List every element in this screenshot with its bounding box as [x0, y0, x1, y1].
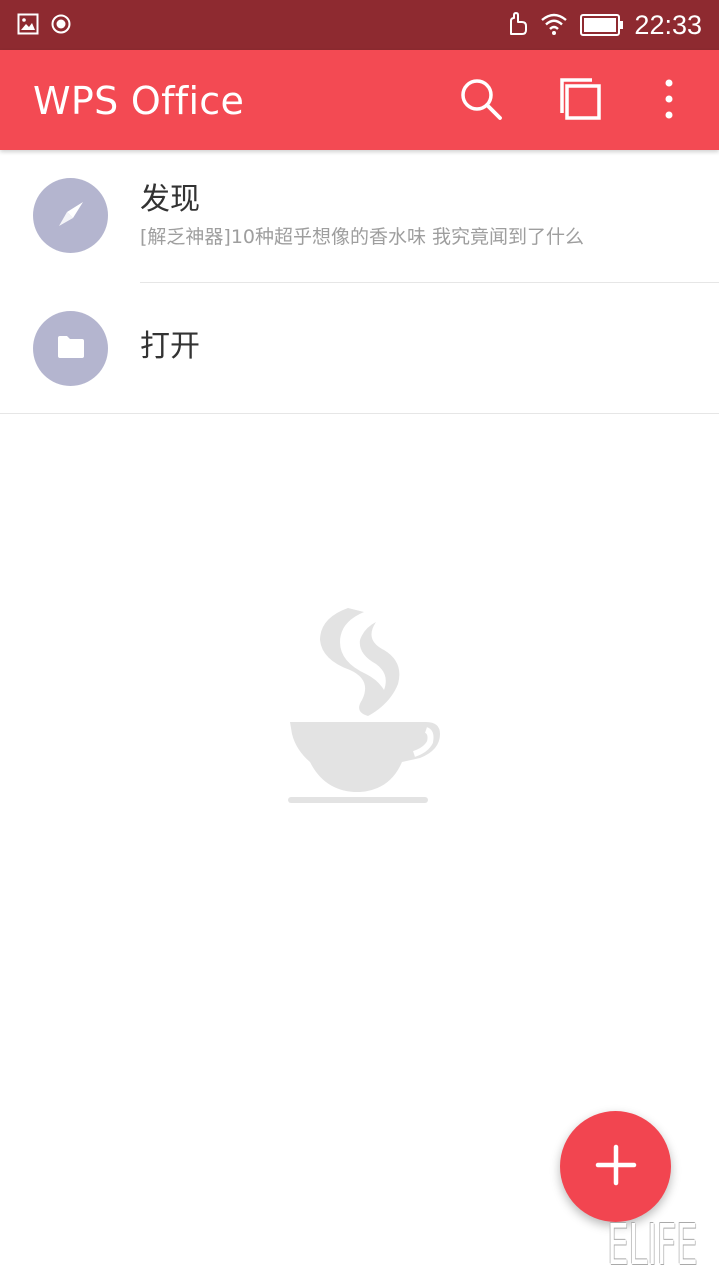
clock: 22:33	[634, 10, 702, 40]
new-document-button[interactable]	[560, 1111, 671, 1222]
coffee-cup-icon	[280, 608, 445, 814]
wifi-icon	[540, 12, 568, 40]
plus-icon	[594, 1143, 638, 1191]
empty-state	[280, 600, 445, 810]
watermark: ELIFE	[607, 1213, 698, 1278]
list-item-discover[interactable]: 发现 [解乏神器]10种超乎想像的香水味 我究竟闻到了什么	[0, 150, 719, 282]
list-item-open[interactable]: 打开	[0, 283, 719, 413]
discover-title: 发现	[140, 182, 200, 217]
gallery-icon	[17, 13, 39, 39]
battery-icon	[580, 14, 624, 40]
app-bar: WPS Office	[0, 50, 719, 150]
divider	[0, 413, 719, 414]
search-button[interactable]	[455, 75, 507, 127]
multi-window-icon	[559, 77, 603, 125]
more-vert-icon	[664, 77, 674, 125]
folder-icon	[56, 334, 86, 364]
discover-avatar	[33, 178, 108, 253]
more-options-button[interactable]	[643, 75, 695, 127]
search-icon	[459, 77, 503, 125]
multi-window-button[interactable]	[555, 75, 607, 127]
discover-subtitle: [解乏神器]10种超乎想像的香水味 我究竟闻到了什么	[140, 226, 585, 248]
record-icon	[50, 13, 72, 39]
compass-icon	[53, 196, 89, 236]
open-title: 打开	[140, 329, 200, 364]
app-title: WPS Office	[33, 79, 245, 123]
hand-icon	[506, 12, 528, 40]
open-avatar	[33, 311, 108, 386]
status-bar: 22:33	[0, 0, 719, 50]
